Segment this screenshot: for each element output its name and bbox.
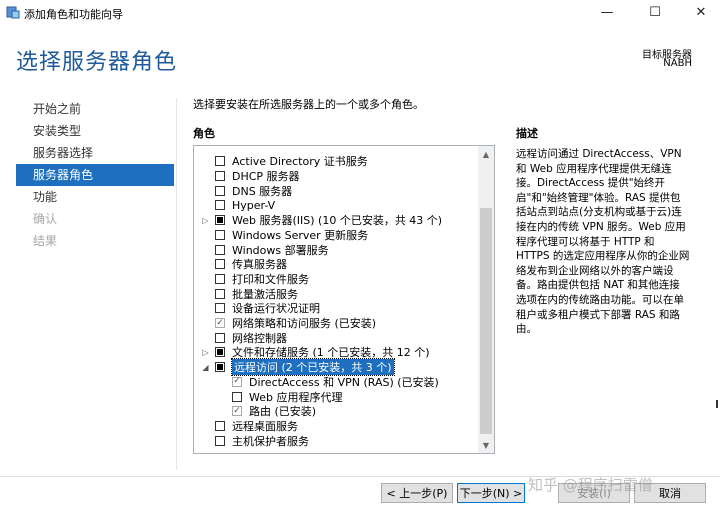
role-checkbox[interactable] <box>215 420 225 431</box>
description-text: 远程访问通过 DirectAccess、VPN 和 Web 应用程序代理提供无缝… <box>516 148 690 336</box>
role-label[interactable]: Windows Server 更新服务 <box>232 227 368 243</box>
role-row[interactable]: Active Directory 证书服务 <box>194 154 474 169</box>
role-row[interactable]: 设备运行状况证明 <box>194 301 474 316</box>
role-row[interactable]: 网络控制器 <box>194 330 474 345</box>
role-label[interactable]: DNS 服务器 <box>232 183 292 199</box>
nav-item-server-roles[interactable]: 服务器角色 <box>16 164 174 186</box>
nav-item-results: 结果 <box>33 234 58 248</box>
server-manager-icon <box>6 6 20 19</box>
page-title: 选择服务器角色 <box>16 50 178 75</box>
role-label[interactable]: 网络策略和访问服务 (已安装) <box>232 315 376 331</box>
role-checkbox[interactable] <box>215 347 225 358</box>
watermark: 知乎 @程序扫雷僧 <box>528 476 653 494</box>
nav-item-installation-type[interactable]: 安装类型 <box>16 120 174 142</box>
description-heading: 描述 <box>516 127 538 140</box>
role-label[interactable]: DHCP 服务器 <box>232 168 300 184</box>
roles-tree[interactable]: Active Directory 证书服务 DHCP 服务器 DNS 服务器 Hype… <box>193 145 495 454</box>
role-label[interactable]: Web 服务器(IIS) (10 个已安装，共 43 个) <box>232 212 442 228</box>
role-row[interactable]: 传真服务器 <box>194 257 474 272</box>
role-checkbox[interactable] <box>215 259 225 270</box>
role-checkbox[interactable] <box>215 156 225 167</box>
wizard-nav: 开始之前 安装类型 服务器选择 服务器角色 功能 确认 结果 <box>16 98 174 252</box>
role-row[interactable]: Windows 部署服务 <box>194 242 474 257</box>
expand-arrow-icon[interactable]: ▷ <box>201 348 210 357</box>
role-checkbox[interactable] <box>215 332 225 343</box>
instruction-text: 选择要安装在所选服务器上的一个或多个角色。 <box>193 98 424 111</box>
scroll-up-icon[interactable]: ▲ <box>478 146 494 162</box>
role-label[interactable]: 打印和文件服务 <box>232 271 309 287</box>
role-label[interactable]: Hyper-V <box>232 199 275 212</box>
role-label[interactable]: 远程访问 (2 个已安装，共 3 个) <box>231 358 395 377</box>
role-label[interactable]: 路由 (已安装) <box>249 403 316 419</box>
scroll-thumb[interactable] <box>480 208 492 434</box>
role-checkbox[interactable] <box>232 406 242 417</box>
role-row[interactable]: ▷ 文件和存储服务 (1 个已安装，共 12 个) <box>194 345 474 360</box>
role-label[interactable]: 主机保护者服务 <box>232 433 309 449</box>
target-server-name: NABH <box>663 58 692 69</box>
role-checkbox[interactable] <box>215 318 225 329</box>
nav-item-server-selection[interactable]: 服务器选择 <box>16 142 174 164</box>
role-checkbox[interactable] <box>215 200 225 211</box>
role-row[interactable]: 远程桌面服务 <box>194 419 474 434</box>
window-title: 添加角色和功能向导 <box>24 8 123 21</box>
role-label[interactable]: DirectAccess 和 VPN (RAS) (已安装) <box>249 374 439 390</box>
roles-scrollbar[interactable]: ▲ ▼ <box>478 146 494 453</box>
previous-button[interactable]: < 上一步(P) <box>381 483 453 503</box>
role-row[interactable]: Web 应用程序代理 <box>194 389 474 404</box>
role-row[interactable]: 批量激活服务 <box>194 286 474 301</box>
expand-arrow-icon[interactable]: ▷ <box>201 216 210 225</box>
role-checkbox[interactable] <box>215 229 225 240</box>
title-bar: 添加角色和功能向导 — ☐ ✕ <box>0 0 720 25</box>
role-checkbox[interactable] <box>215 185 225 196</box>
role-checkbox[interactable] <box>215 362 225 373</box>
window-edge-marker <box>716 400 718 408</box>
role-checkbox[interactable] <box>215 215 225 226</box>
role-label[interactable]: 传真服务器 <box>232 256 287 272</box>
role-row[interactable]: ◢ 远程访问 (2 个已安装，共 3 个) <box>194 358 474 377</box>
role-row[interactable]: Windows Server 更新服务 <box>194 228 474 243</box>
role-label[interactable]: Web 应用程序代理 <box>249 389 342 405</box>
role-checkbox[interactable] <box>215 244 225 255</box>
nav-item-before-you-begin[interactable]: 开始之前 <box>16 98 174 120</box>
roles-heading: 角色 <box>193 127 215 140</box>
role-label[interactable]: 批量激活服务 <box>232 286 298 302</box>
role-checkbox[interactable] <box>215 273 225 284</box>
role-row[interactable]: DirectAccess 和 VPN (RAS) (已安装) <box>194 375 474 390</box>
minimize-button[interactable]: — <box>588 0 626 25</box>
maximize-button[interactable]: ☐ <box>636 0 674 25</box>
next-button[interactable]: 下一步(N) > <box>457 483 525 503</box>
role-label[interactable]: Active Directory 证书服务 <box>232 153 368 169</box>
nav-item-features[interactable]: 功能 <box>16 186 174 208</box>
role-row[interactable]: Hyper-V <box>194 198 474 213</box>
role-row[interactable]: 打印和文件服务 <box>194 272 474 287</box>
collapse-arrow-icon[interactable]: ◢ <box>201 363 210 372</box>
role-checkbox[interactable] <box>215 171 225 182</box>
role-checkbox[interactable] <box>232 376 242 387</box>
role-row[interactable]: DHCP 服务器 <box>194 169 474 184</box>
role-row[interactable]: 路由 (已安装) <box>194 404 474 419</box>
role-checkbox[interactable] <box>215 303 225 314</box>
role-label[interactable]: 设备运行状况证明 <box>232 300 320 316</box>
nav-item-confirmation: 确认 <box>33 212 58 226</box>
role-label[interactable]: 远程桌面服务 <box>232 418 298 434</box>
role-row[interactable]: 主机保护者服务 <box>194 433 474 448</box>
role-checkbox[interactable] <box>215 435 225 446</box>
role-row[interactable]: DNS 服务器 <box>194 183 474 198</box>
close-button[interactable]: ✕ <box>682 0 720 25</box>
scroll-down-icon[interactable]: ▼ <box>478 437 494 453</box>
role-label[interactable]: 网络控制器 <box>232 330 287 346</box>
role-label[interactable]: Windows 部署服务 <box>232 242 329 258</box>
role-row[interactable]: 网络策略和访问服务 (已安装) <box>194 316 474 331</box>
nav-divider <box>176 98 177 470</box>
role-label[interactable]: 文件和存储服务 (1 个已安装，共 12 个) <box>232 344 430 360</box>
role-row[interactable]: ▷ Web 服务器(IIS) (10 个已安装，共 43 个) <box>194 213 474 228</box>
role-checkbox[interactable] <box>232 391 242 402</box>
role-checkbox[interactable] <box>215 288 225 299</box>
